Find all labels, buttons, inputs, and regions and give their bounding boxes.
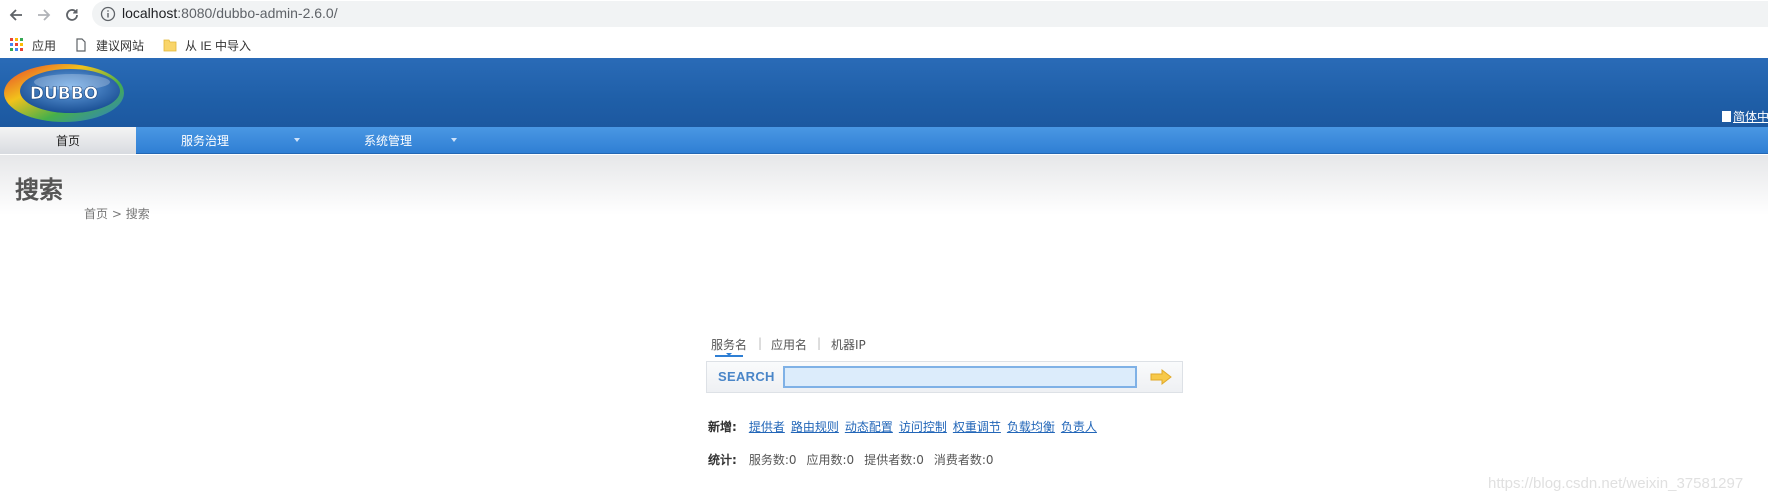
address-bar[interactable]: localhost:8080/dubbo-admin-2.6.0/ xyxy=(92,1,1768,27)
tab-app-name[interactable]: 应用名 xyxy=(771,336,807,353)
dropdown-arrow-icon xyxy=(294,138,300,142)
language-label: 简体中 xyxy=(1733,110,1768,124)
stats-label: 统计: xyxy=(708,453,737,467)
tab-separator: | xyxy=(817,336,822,350)
arrow-right-icon xyxy=(38,9,51,21)
main-menu: 首页 服务治理 系统管理 xyxy=(0,127,1768,154)
add-weight-link[interactable]: 权重调节 xyxy=(953,420,1001,434)
url-path: :8080/dubbo-admin-2.6.0/ xyxy=(177,5,338,21)
add-label: 新增: xyxy=(708,420,737,434)
add-links-row: 新增: 提供者 路由规则 动态配置 访问控制 权重调节 负载均衡 负责人 xyxy=(708,418,1103,435)
back-button[interactable] xyxy=(4,3,28,27)
tab-caret-icon xyxy=(726,353,732,356)
folder-icon xyxy=(163,39,177,52)
breadcrumb-home[interactable]: 首页 xyxy=(84,207,108,221)
language-switch[interactable]: 简体中 xyxy=(1722,108,1768,125)
stat-apps: 应用数:0 xyxy=(806,453,855,467)
dropdown-arrow-icon xyxy=(451,138,457,142)
page-icon xyxy=(76,38,86,52)
info-icon[interactable] xyxy=(100,6,116,22)
stat-consumers: 消费者数:0 xyxy=(933,453,994,467)
stat-services: 服务数:0 xyxy=(748,453,797,467)
bookmark-apps[interactable]: 应用 xyxy=(10,36,56,54)
logo-text: DUBBO xyxy=(30,84,98,104)
url-text: localhost:8080/dubbo-admin-2.6.0/ xyxy=(122,5,338,21)
menu-item-home[interactable]: 首页 xyxy=(0,127,136,154)
menu-item-label: 服务治理 xyxy=(180,134,229,148)
menu-item-system-management[interactable]: 系统管理 xyxy=(320,127,456,154)
tab-machine-ip[interactable]: 机器IP xyxy=(831,336,866,353)
add-config-link[interactable]: 动态配置 xyxy=(845,420,893,434)
add-loadbalance-link[interactable]: 负载均衡 xyxy=(1007,420,1055,434)
breadcrumb-separator: > xyxy=(108,207,126,221)
arrow-left-icon xyxy=(9,9,22,21)
add-route-link[interactable]: 路由规则 xyxy=(791,420,839,434)
url-host: localhost xyxy=(122,5,178,21)
breadcrumb: 首页 > 搜索 xyxy=(84,205,150,222)
add-owner-link[interactable]: 负责人 xyxy=(1061,420,1097,434)
add-access-link[interactable]: 访问控制 xyxy=(899,420,947,434)
breadcrumb-current: 搜索 xyxy=(125,207,150,221)
forward-button[interactable] xyxy=(32,3,56,27)
arrow-right-icon xyxy=(1150,369,1172,385)
page-title: 搜索 xyxy=(15,176,63,204)
bookmark-suggested-sites[interactable]: 建议网站 xyxy=(74,36,144,54)
tab-separator: | xyxy=(758,336,763,350)
bookmark-label: 从 IE 中导入 xyxy=(185,38,252,53)
dubbo-logo: DUBBO xyxy=(4,64,124,122)
add-provider-link[interactable]: 提供者 xyxy=(749,420,785,434)
menu-item-service-governance[interactable]: 服务治理 xyxy=(136,127,274,154)
watermark: https://blog.csdn.net/weixin_37581297 xyxy=(1488,475,1744,492)
apps-grid-icon xyxy=(10,38,23,51)
bookmarks-bar: 应用 建议网站 从 IE 中导入 xyxy=(0,30,1768,58)
menu-item-label: 首页 xyxy=(55,134,80,148)
bookmark-label: 建议网站 xyxy=(96,38,145,53)
browser-toolbar: localhost:8080/dubbo-admin-2.6.0/ xyxy=(0,0,1768,30)
title-band xyxy=(0,155,1768,215)
bookmark-import-ie[interactable]: 从 IE 中导入 xyxy=(163,36,251,54)
search-input[interactable] xyxy=(783,366,1137,388)
tab-service-name[interactable]: 服务名 xyxy=(711,336,747,353)
stat-providers: 提供者数:0 xyxy=(864,453,924,467)
document-icon xyxy=(1722,111,1731,122)
search-label: SEARCH xyxy=(718,369,775,384)
stats-row: 统计: 服务数:0 应用数:0 提供者数:0 消费者数:0 xyxy=(708,451,1004,468)
reload-icon xyxy=(66,9,78,21)
app-header xyxy=(0,58,1768,127)
search-button[interactable] xyxy=(1149,367,1173,387)
bookmark-label: 应用 xyxy=(32,38,57,53)
menu-item-label: 系统管理 xyxy=(363,134,412,148)
reload-button[interactable] xyxy=(60,3,84,27)
